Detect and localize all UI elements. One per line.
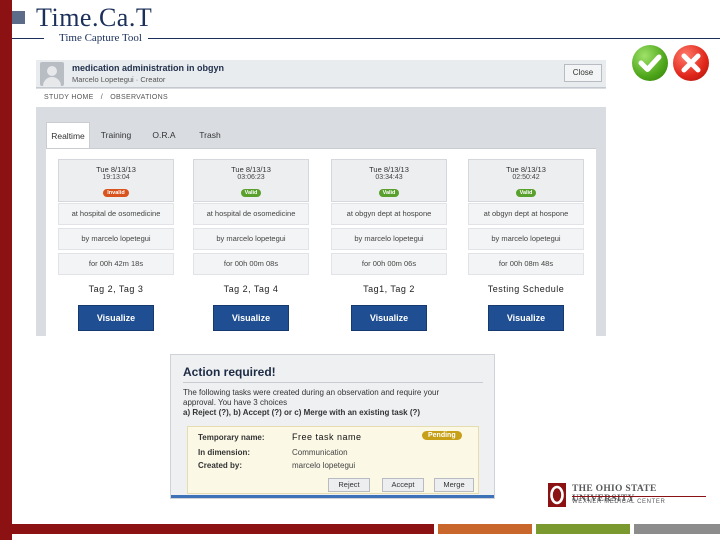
card-author: by marcelo lopetegui — [193, 228, 309, 250]
card-location: at hospital de osomedicine — [58, 203, 174, 225]
dialog-divider — [183, 382, 483, 383]
card-duration: for 00h 08m 48s — [468, 253, 584, 275]
card-time: 03:06:23 — [237, 174, 265, 181]
card-date: Tue 8/13/13 — [231, 165, 271, 174]
observation-header: medication administration in obgyn Marce… — [36, 60, 606, 88]
card-duration: for 00h 00m 06s — [331, 253, 447, 275]
observation-title: medication administration in obgyn — [72, 63, 225, 73]
card-header: Tue 8/13/13 19:13:04 Invalid — [58, 159, 174, 202]
osu-logo-icon — [548, 483, 566, 507]
avatar-body — [43, 77, 61, 86]
tab-realtime[interactable]: Realtime — [46, 122, 90, 148]
breadcrumb-observations[interactable]: OBSERVATIONS — [110, 94, 168, 101]
dimension-value: Communication — [292, 448, 348, 457]
dialog-text-line: The following tasks were created during … — [183, 388, 440, 397]
status-badge: Invalid — [103, 189, 129, 197]
footer-bar-green — [536, 524, 630, 534]
slide-subtitle: Time Capture Tool — [59, 32, 142, 44]
dialog-choices: a) Reject (?), b) Accept (?) or c) Merge… — [183, 408, 421, 417]
breadcrumb-separator: / — [100, 94, 104, 101]
tab-training[interactable]: Training — [94, 122, 138, 148]
title-bullet-square — [12, 11, 25, 24]
dialog-text-line: approval. You have 3 choices — [183, 398, 288, 407]
card-tags: Tag 2, Tag 3 — [88, 284, 144, 294]
temporary-name-label: Temporary name: — [198, 433, 265, 442]
card-author: by marcelo lopetegui — [58, 228, 174, 250]
card-date: Tue 8/13/13 — [96, 165, 136, 174]
card-date: Tue 8/13/13 — [369, 165, 409, 174]
merge-button[interactable]: Merge — [434, 478, 474, 492]
close-button[interactable]: Close — [564, 64, 602, 82]
slide-title: Time.Ca.T — [36, 3, 153, 32]
check-icon[interactable] — [632, 45, 668, 81]
card-time: 03:34:43 — [375, 174, 403, 181]
dialog-bottom-edge — [171, 495, 494, 498]
reject-button[interactable]: Reject — [328, 478, 370, 492]
left-accent-bar — [0, 0, 12, 540]
card-tags: Tag1, Tag 2 — [363, 284, 415, 294]
footer-bar-gray — [634, 524, 720, 534]
breadcrumb-study-home[interactable]: STUDY HOME — [44, 94, 94, 101]
created-by-value: marcelo lopetegui — [292, 461, 356, 470]
tab-trash[interactable]: Trash — [188, 122, 232, 148]
card-author: by marcelo lopetegui — [468, 228, 584, 250]
accept-button[interactable]: Accept — [382, 478, 424, 492]
card-time: 02:50:42 — [512, 174, 540, 181]
card-header: Tue 8/13/13 02:50:42 Valid — [468, 159, 584, 202]
footer-bar-red — [12, 524, 434, 534]
medical-center-name: WEXNER MEDICAL CENTER — [572, 499, 666, 505]
visualize-button[interactable]: Visualize — [488, 305, 564, 331]
card-date: Tue 8/13/13 — [506, 165, 546, 174]
x-icon[interactable] — [673, 45, 709, 81]
logo-rule — [572, 496, 706, 497]
card-location: at hospital de osomedicine — [193, 203, 309, 225]
status-badge: Valid — [515, 189, 537, 197]
card-header: Tue 8/13/13 03:06:23 Valid — [193, 159, 309, 202]
card-duration: for 00h 42m 18s — [58, 253, 174, 275]
observations-screenshot: medication administration in obgyn Marce… — [36, 60, 606, 336]
card-tags: Testing Schedule — [487, 284, 565, 294]
visualize-button[interactable]: Visualize — [213, 305, 289, 331]
footer-bar-orange — [438, 524, 532, 534]
pending-task-box: Temporary name: Free task name Pending I… — [187, 426, 479, 494]
title-rule-right — [148, 38, 720, 39]
card-duration: for 00h 00m 08s — [193, 253, 309, 275]
tab-ora[interactable]: O.R.A — [142, 122, 186, 148]
status-badge: Valid — [240, 189, 262, 197]
visualize-button[interactable]: Visualize — [351, 305, 427, 331]
breadcrumb: STUDY HOME / OBSERVATIONS — [36, 89, 606, 107]
dimension-label: In dimension: — [198, 448, 250, 457]
card-author: by marcelo lopetegui — [331, 228, 447, 250]
card-tags: Tag 2, Tag 4 — [223, 284, 279, 294]
card-location: at obgyn dept at hospone — [331, 203, 447, 225]
created-by-label: Created by: — [198, 461, 243, 470]
avatar-head — [47, 66, 57, 76]
pending-badge: Pending — [422, 431, 462, 440]
card-location: at obgyn dept at hospone — [468, 203, 584, 225]
title-rule-left — [12, 38, 44, 39]
visualize-button[interactable]: Visualize — [78, 305, 154, 331]
avatar — [40, 62, 64, 86]
status-badge: Valid — [378, 189, 400, 197]
card-header: Tue 8/13/13 03:34:43 Valid — [331, 159, 447, 202]
observation-author: Marcelo Lopetegui · Creator — [72, 75, 166, 84]
card-time: 19:13:04 — [102, 174, 130, 181]
action-required-dialog: Action required! The following tasks wer… — [170, 354, 495, 499]
dialog-title: Action required! — [183, 365, 276, 379]
temporary-name-value[interactable]: Free task name — [292, 432, 362, 442]
